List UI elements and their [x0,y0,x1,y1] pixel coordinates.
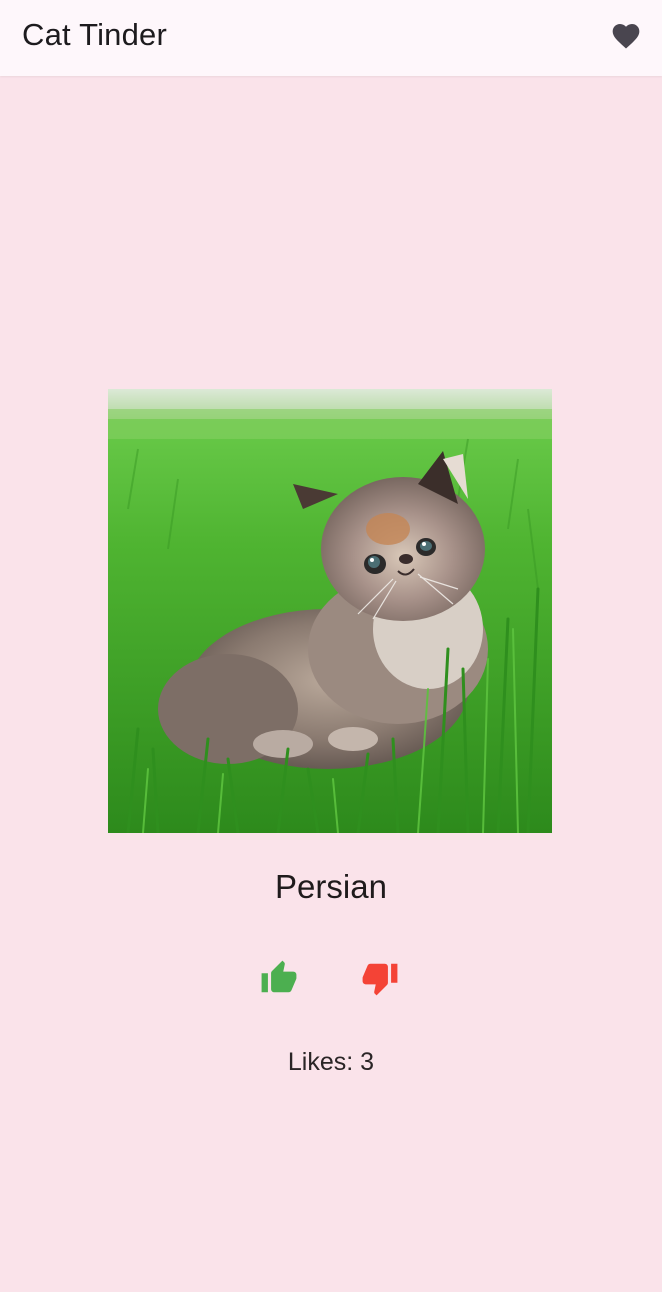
cat-image [108,389,552,833]
heart-icon [612,24,640,49]
breed-name: Persian [275,868,387,905]
cat-photo [108,389,552,833]
likes-count: Likes: 3 [287,1048,375,1076]
app-title: Cat Tinder [22,17,168,52]
vote-row [0,956,662,1000]
like-button[interactable] [257,956,301,1000]
thumb-down-icon [362,963,398,996]
dislike-button[interactable] [358,956,402,1000]
thumb-up-icon [261,960,297,993]
app-bar: Cat Tinder [0,0,662,76]
favorites-button[interactable] [606,16,646,56]
